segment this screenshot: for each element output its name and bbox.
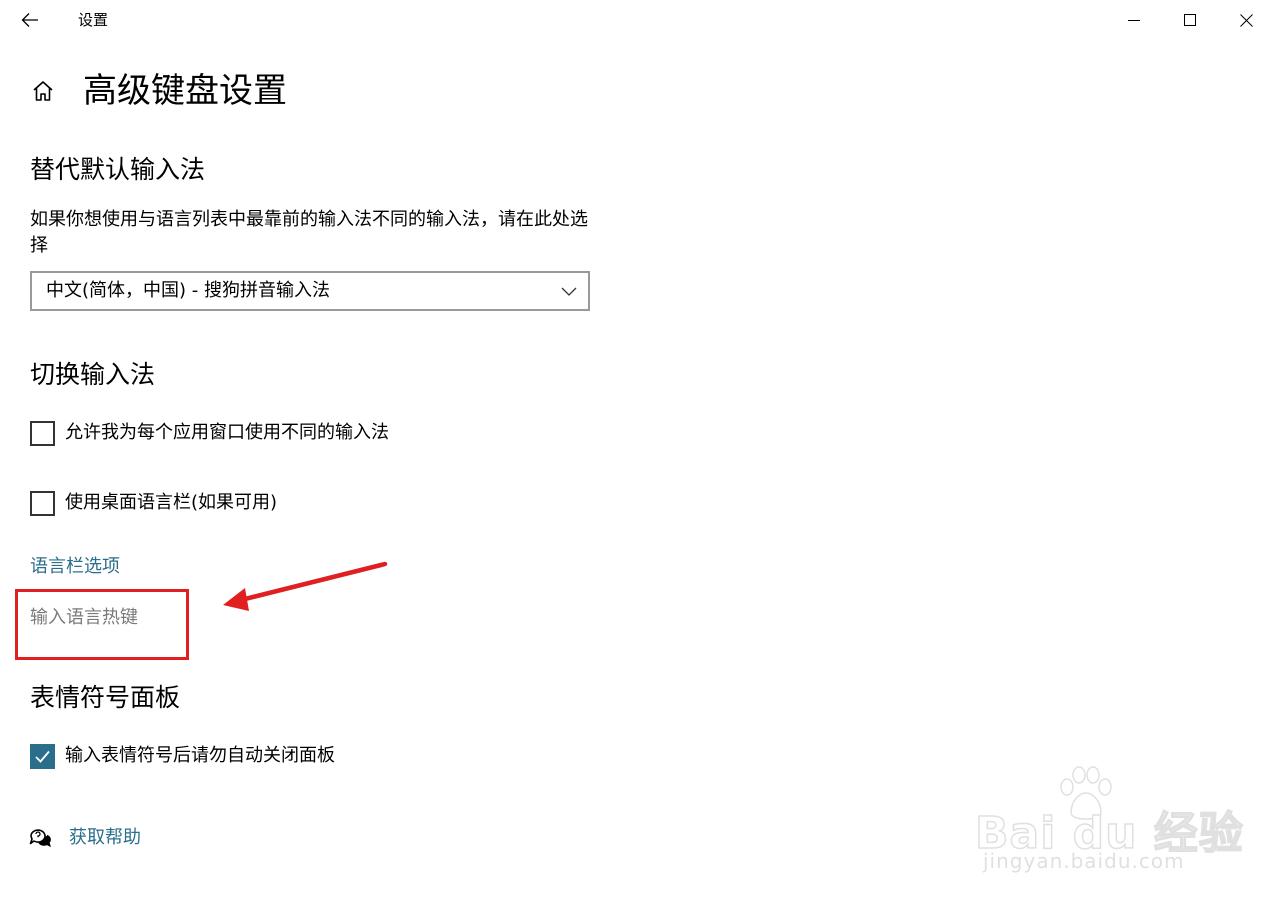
per-app-ime-checkbox[interactable] (30, 420, 55, 446)
maximize-icon (1184, 14, 1196, 26)
app-title: 设置 (78, 11, 109, 29)
annotation-arrow-icon (223, 561, 388, 611)
help-chat-icon (28, 826, 52, 850)
back-arrow-icon (21, 13, 38, 27)
get-help-label: 获取帮助 (69, 827, 141, 848)
close-icon (1239, 13, 1253, 27)
default-ime-description: 如果你想使用与语言列表中最靠前的输入法不同的输入法，请在此处选择 (30, 209, 588, 256)
minimize-button[interactable] (1106, 0, 1162, 40)
settings-window: 设置 高级键盘设置 替代默认输入法 如果你想使用与语言列表中最靠前的输入法不同的… (0, 0, 1277, 906)
title-bar: 设置 (0, 0, 1277, 40)
back-button[interactable] (14, 6, 46, 34)
default-ime-dropdown[interactable]: 中文(简体，中国) - 搜狗拼音输入法 (30, 271, 590, 311)
home-icon (33, 81, 53, 101)
section-heading-default-ime: 替代默认输入法 (30, 155, 206, 184)
watermark-url: jingyan.baidu.com (983, 849, 1185, 873)
emoji-panel-checkbox[interactable] (30, 743, 55, 769)
dropdown-selected-value: 中文(简体，中国) - 搜狗拼音输入法 (46, 280, 330, 301)
maximize-button[interactable] (1162, 0, 1218, 40)
page-title: 高级键盘设置 (83, 71, 287, 111)
minimize-icon (1128, 20, 1140, 21)
per-app-ime-label: 允许我为每个应用窗口使用不同的输入法 (65, 422, 389, 443)
get-help-link[interactable]: 获取帮助 (28, 824, 141, 852)
annotation-highlight-box (15, 589, 189, 660)
desktop-language-bar-checkbox[interactable] (30, 490, 55, 516)
desktop-language-bar-label: 使用桌面语言栏(如果可用) (65, 492, 278, 513)
close-button[interactable] (1218, 0, 1274, 40)
baidu-watermark: Bai du 经验 jingyan.baidu.com (974, 765, 1244, 880)
section-heading-switch-ime: 切换输入法 (30, 360, 156, 389)
checkmark-icon (35, 750, 50, 763)
home-button[interactable] (30, 78, 56, 104)
emoji-panel-option[interactable]: 输入表情符号后请勿自动关闭面板 (30, 743, 335, 769)
emoji-panel-label: 输入表情符号后请勿自动关闭面板 (65, 745, 335, 766)
per-app-ime-option[interactable]: 允许我为每个应用窗口使用不同的输入法 (30, 420, 389, 446)
language-bar-options-link[interactable]: 语言栏选项 (30, 554, 120, 580)
section-heading-emoji: 表情符号面板 (30, 683, 181, 712)
chevron-down-icon (561, 287, 577, 296)
desktop-language-bar-option[interactable]: 使用桌面语言栏(如果可用) (30, 490, 277, 516)
